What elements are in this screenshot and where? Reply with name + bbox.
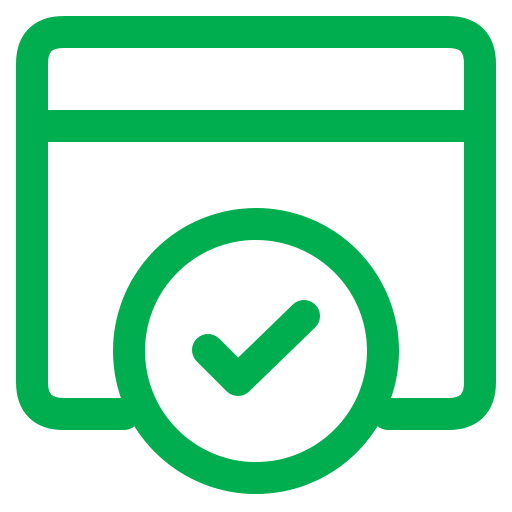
- check-mark: [192, 300, 320, 396]
- icon-svg: [16, 16, 496, 494]
- browser-window-check-icon: [0, 0, 512, 512]
- icon-group: [16, 16, 496, 494]
